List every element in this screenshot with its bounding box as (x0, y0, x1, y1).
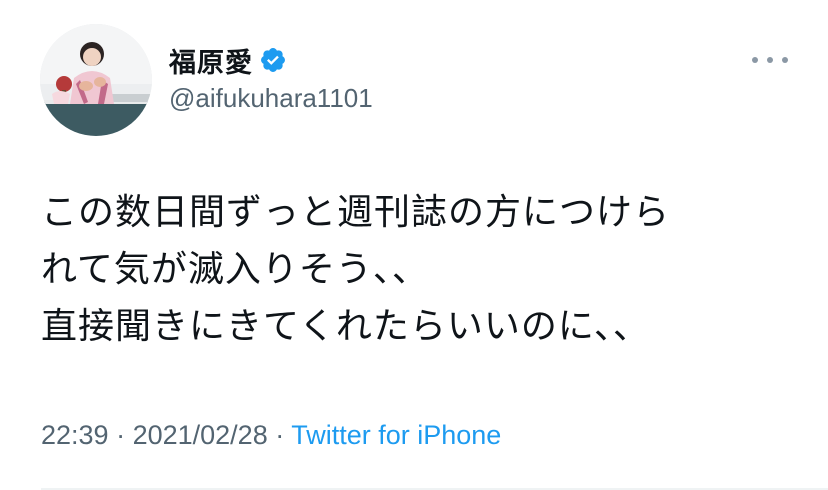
more-dot (767, 57, 773, 63)
author-row[interactable]: 福原愛 (169, 41, 287, 80)
meta-separator: · (108, 420, 133, 450)
verified-badge-icon (261, 48, 285, 72)
tweet-time[interactable]: 22:39 (41, 420, 109, 450)
display-name[interactable]: 福原愛 (169, 41, 253, 80)
tweet-date[interactable]: 2021/02/28 (133, 420, 268, 450)
more-dot (752, 57, 758, 63)
tweet-text-line: この数日間ずっと週刊誌の方につけら (41, 192, 671, 233)
tweet-text-line: 直接聞きにきてくれたらいいのに、、 (41, 306, 650, 347)
tweet-source-link[interactable]: Twitter for iPhone (291, 420, 501, 450)
more-dot (782, 57, 788, 63)
avatar[interactable] (40, 24, 152, 136)
meta-separator: · (267, 420, 292, 450)
tweet-text: この数日間ずっと週刊誌の方につけら れて気が滅入りそう、、 直接聞きにきてくれた… (41, 184, 801, 355)
user-handle[interactable]: @aifukuhara1101 (169, 83, 373, 114)
avatar-photo (40, 24, 152, 136)
tweet-meta: 22:39 · 2021/02/28 · Twitter for iPhone (41, 420, 501, 451)
more-options-icon[interactable] (752, 50, 788, 70)
tweet-card: 福原愛 @aifukuhara1101 この数日間ずっと週刊誌の方につけら れて… (0, 0, 828, 490)
tweet-text-line: れて気が滅入りそう、、 (41, 249, 429, 290)
